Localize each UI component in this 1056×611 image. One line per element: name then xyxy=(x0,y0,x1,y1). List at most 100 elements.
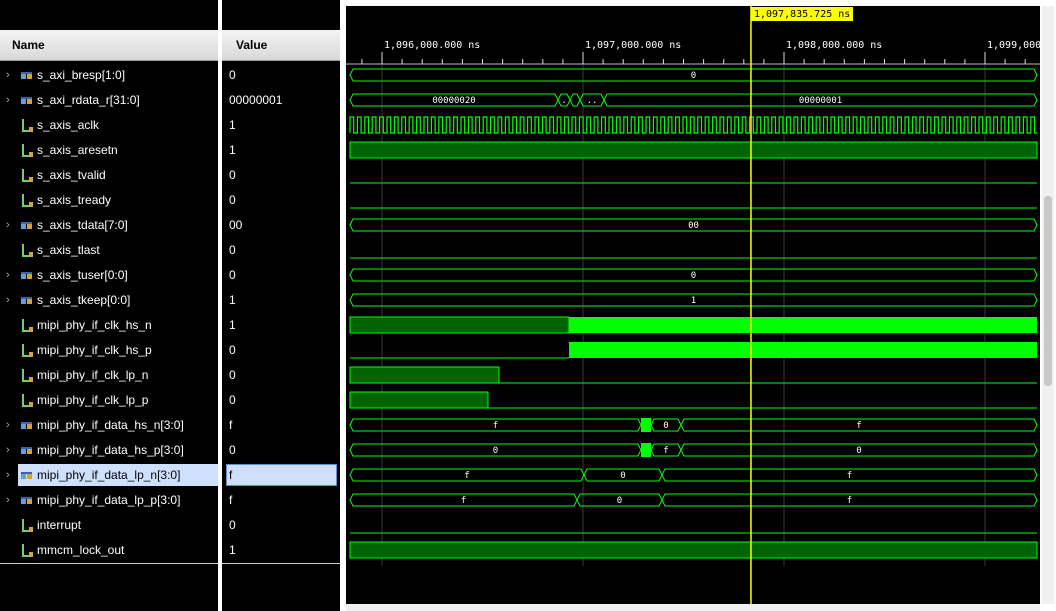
name-column-header[interactable]: Name xyxy=(0,30,218,61)
wave-mipi-phy-if-data-hs-n30-value-label: 0 xyxy=(663,421,668,431)
wave-mipi-phy-if-data-lp-p30-value-label: f xyxy=(461,496,466,506)
signal-value[interactable]: 1 xyxy=(229,538,236,563)
ruler-tick-label: 1,098,000.000 ns xyxy=(786,40,882,51)
signal-name[interactable]: mipi_phy_if_clk_lp_p xyxy=(37,388,148,413)
bus-signal-icon xyxy=(20,88,34,113)
bit-signal-icon xyxy=(20,188,34,213)
signal-value[interactable]: f xyxy=(229,463,232,488)
bus-signal-icon xyxy=(20,413,34,438)
signal-value[interactable]: 0 xyxy=(229,238,236,263)
wave-s-axis-tuser00-value-label: 0 xyxy=(691,271,696,281)
chevron-right-icon[interactable]: › xyxy=(6,288,14,313)
wave-mipi-phy-if-clk-hs-n-high-region xyxy=(349,316,570,334)
bit-signal-icon xyxy=(20,363,34,388)
chevron-right-icon[interactable]: › xyxy=(6,88,14,113)
bus-signal-icon xyxy=(20,463,34,488)
wave-mipi-phy-if-data-lp-n30-value-label: f xyxy=(464,471,469,481)
signal-value[interactable]: f xyxy=(229,413,232,438)
signal-value[interactable]: 0 xyxy=(229,338,236,363)
signal-value[interactable]: 0 xyxy=(229,263,236,288)
ruler-tick-label: 1,096,000.000 ns xyxy=(384,40,480,51)
wave-mipi-phy-if-clk-hs-p-toggle-region xyxy=(569,342,1037,358)
selected-value-highlight xyxy=(226,463,337,486)
signal-value[interactable]: 00 xyxy=(229,213,242,238)
signal-value[interactable]: 00000001 xyxy=(229,88,282,113)
bus-signal-icon xyxy=(20,288,34,313)
bit-signal-icon xyxy=(20,313,34,338)
signal-name[interactable]: s_axis_tready xyxy=(37,188,111,213)
signal-name[interactable]: mipi_phy_if_clk_hs_p xyxy=(37,338,152,363)
wave-mipi-phy-if-data-hs-p30-glitch-region xyxy=(641,443,651,457)
bit-signal-icon xyxy=(20,138,34,163)
signal-name[interactable]: mipi_phy_if_data_lp_n[3:0] xyxy=(37,463,180,488)
bus-signal-icon xyxy=(20,263,34,288)
signal-name[interactable]: s_axis_aresetn xyxy=(37,138,118,163)
signal-name[interactable]: s_axis_tuser[0:0] xyxy=(37,263,128,288)
vertical-scrollbar[interactable] xyxy=(1042,6,1054,604)
chevron-right-icon[interactable]: › xyxy=(6,488,14,513)
signal-name[interactable]: s_axi_bresp[1:0] xyxy=(37,63,125,88)
vertical-scroll-thumb[interactable] xyxy=(1044,196,1052,386)
wave-s-axis-aclk-clock-trace xyxy=(349,116,1037,134)
chevron-right-icon[interactable]: › xyxy=(6,463,14,488)
wave-mipi-phy-if-data-hs-p30-value-label: 0 xyxy=(856,446,861,456)
wave-s-axis-tdata70-value-label: 00 xyxy=(688,221,699,231)
bit-signal-icon xyxy=(20,163,34,188)
chevron-right-icon[interactable]: › xyxy=(6,438,14,463)
signal-name[interactable]: s_axis_aclk xyxy=(37,113,99,138)
signal-value[interactable]: 1 xyxy=(229,113,236,138)
signal-value[interactable]: 1 xyxy=(229,288,236,313)
ruler-tick-label: 1,099,000. xyxy=(987,40,1040,51)
ruler-tick-label: 1,097,000.000 ns xyxy=(585,40,681,51)
chevron-right-icon[interactable]: › xyxy=(6,63,14,88)
signal-values-pane: Value 0 00000001 1 1 0 0 00 0 0 1 1 0 0 0 f 0 f f 0 1 xyxy=(222,0,340,611)
bit-signal-icon xyxy=(20,113,34,138)
wave-s-axi-rdata-r310-value-label: 00000020 xyxy=(432,96,475,106)
wave-mipi-phy-if-data-hs-n30-value-label: f xyxy=(493,421,498,431)
signal-name[interactable]: mipi_phy_if_data_hs_p[3:0] xyxy=(37,438,184,463)
signal-value[interactable]: 0 xyxy=(229,163,236,188)
signal-value[interactable]: 0 xyxy=(229,388,236,413)
signal-name[interactable]: mipi_phy_if_data_lp_p[3:0] xyxy=(37,488,180,513)
wave-s-axi-bresp10-value-label: 0 xyxy=(691,71,696,81)
wave-s-axis-aresetn-high-region xyxy=(349,141,1038,159)
signal-name[interactable]: mipi_phy_if_clk_hs_n xyxy=(37,313,152,338)
waveform-pane[interactable]: 1,096,000.000 ns 1,097,000.000 ns 1,098,00… xyxy=(346,6,1040,604)
wave-mipi-phy-if-data-hs-p30-value-label: f xyxy=(663,446,668,456)
wave-mmcm-lock-out-high-region xyxy=(349,541,1038,559)
signal-value[interactable]: f xyxy=(229,488,232,513)
wave-mipi-phy-if-data-lp-p30-value-label: f xyxy=(847,496,852,506)
signal-value[interactable]: 0 xyxy=(229,513,236,538)
wave-s-axis-tkeep00-value-label: 1 xyxy=(691,296,696,306)
signal-name[interactable]: s_axis_tkeep[0:0] xyxy=(37,288,130,313)
bit-signal-icon xyxy=(20,238,34,263)
signal-value[interactable]: 0 xyxy=(229,188,236,213)
wave-mipi-phy-if-data-hs-p30-value-label: 0 xyxy=(493,446,498,456)
wave-mipi-phy-if-data-hs-n30-value-label: f xyxy=(856,421,861,431)
chevron-right-icon[interactable]: › xyxy=(6,263,14,288)
bus-signal-icon xyxy=(20,438,34,463)
signal-name[interactable]: s_axis_tdata[7:0] xyxy=(37,213,128,238)
signal-name[interactable]: s_axis_tvalid xyxy=(37,163,106,188)
bit-signal-icon xyxy=(20,513,34,538)
waveform-canvas[interactable]: 1,096,000.000 ns 1,097,000.000 ns 1,098,00… xyxy=(346,6,1040,604)
signal-name[interactable]: interrupt xyxy=(37,513,81,538)
signal-name[interactable]: mmcm_lock_out xyxy=(37,538,124,563)
signal-value[interactable]: 0 xyxy=(229,363,236,388)
value-column-header[interactable]: Value xyxy=(222,30,340,61)
signal-name[interactable]: s_axi_rdata_r[31:0] xyxy=(37,88,140,113)
signal-value[interactable]: 0 xyxy=(229,438,236,463)
signal-name[interactable]: mipi_phy_if_data_hs_n[3:0] xyxy=(37,413,184,438)
chevron-right-icon[interactable]: › xyxy=(6,213,14,238)
signal-value[interactable]: 0 xyxy=(229,63,236,88)
bus-signal-icon xyxy=(20,488,34,513)
signal-name[interactable]: mipi_phy_if_clk_lp_n xyxy=(37,363,148,388)
chevron-right-icon[interactable]: › xyxy=(6,413,14,438)
signal-names-pane: Name › s_axi_bresp[1:0] › s_axi_rdata_r[31:… xyxy=(0,0,218,611)
signal-value[interactable]: 1 xyxy=(229,313,236,338)
signal-value[interactable]: 1 xyxy=(229,138,236,163)
horizontal-scrollbar[interactable] xyxy=(346,604,1040,611)
wave-mipi-phy-if-data-lp-n30-value-label: f xyxy=(847,471,852,481)
values-bottom-divider xyxy=(222,563,340,564)
signal-name[interactable]: s_axis_tlast xyxy=(37,238,100,263)
